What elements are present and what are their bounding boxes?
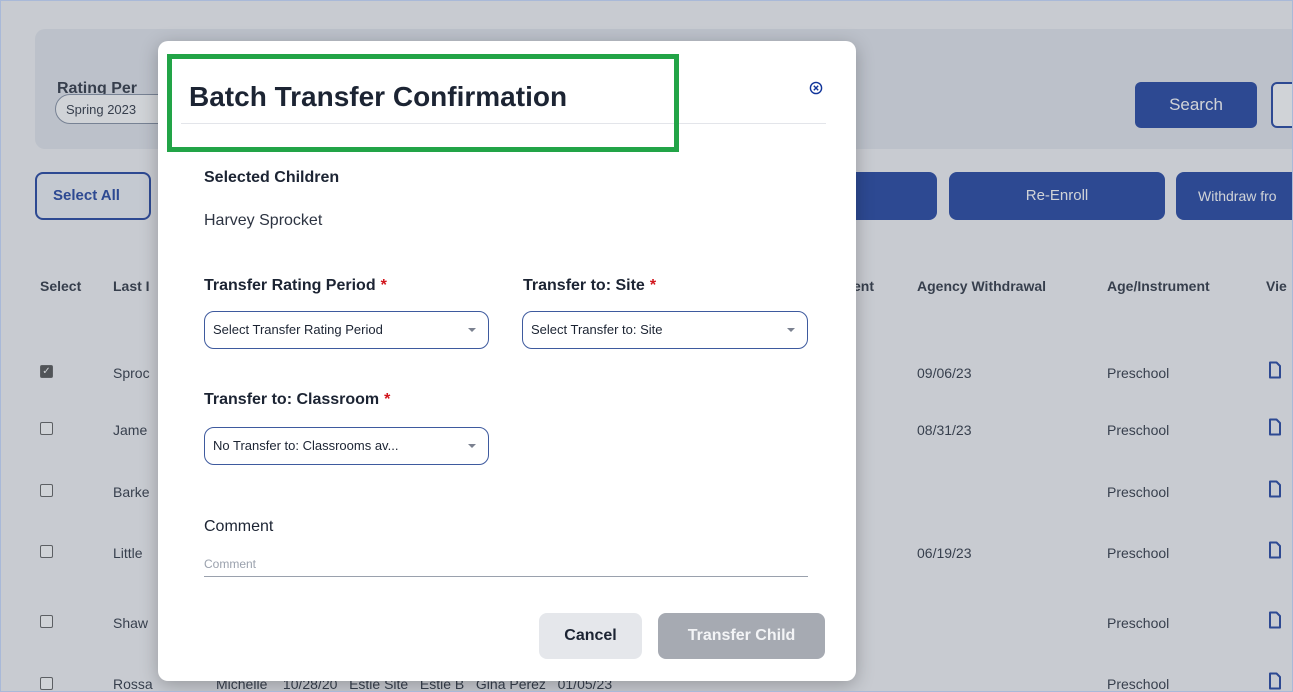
transfer-site-value: Select Transfer to: Site	[531, 322, 663, 337]
app-window: Rating Per Spring 2023 Search Select All…	[0, 0, 1293, 692]
transfer-site-label: Transfer to: Site *	[523, 277, 656, 295]
transfer-site-label-text: Transfer to: Site	[523, 277, 645, 294]
comment-label: Comment	[204, 518, 274, 535]
chevron-down-icon	[468, 444, 476, 448]
title-highlight-box	[167, 54, 679, 152]
transfer-classroom-select[interactable]: No Transfer to: Classrooms av...	[204, 427, 489, 465]
chevron-down-icon	[787, 328, 795, 332]
comment-input[interactable]	[204, 552, 808, 577]
transfer-rating-period-label: Transfer Rating Period *	[204, 277, 387, 295]
selected-children-value: Harvey Sprocket	[204, 212, 323, 229]
transfer-child-button[interactable]: Transfer Child	[658, 613, 825, 659]
chevron-down-icon	[468, 328, 476, 332]
cancel-button[interactable]: Cancel	[539, 613, 642, 659]
close-circle-icon[interactable]	[809, 81, 823, 95]
transfer-classroom-value: No Transfer to: Classrooms av...	[213, 438, 399, 453]
required-marker: *	[649, 277, 657, 294]
transfer-site-select[interactable]: Select Transfer to: Site	[522, 311, 808, 349]
selected-children-label: Selected Children	[204, 169, 340, 186]
transfer-classroom-label-text: Transfer to: Classroom	[204, 391, 380, 408]
transfer-rating-period-label-text: Transfer Rating Period	[204, 277, 376, 294]
transfer-rating-period-select[interactable]: Select Transfer Rating Period	[204, 311, 489, 349]
transfer-classroom-label: Transfer to: Classroom *	[204, 391, 390, 409]
required-marker: *	[384, 391, 391, 408]
transfer-rating-period-value: Select Transfer Rating Period	[213, 322, 383, 337]
required-marker: *	[380, 277, 387, 294]
